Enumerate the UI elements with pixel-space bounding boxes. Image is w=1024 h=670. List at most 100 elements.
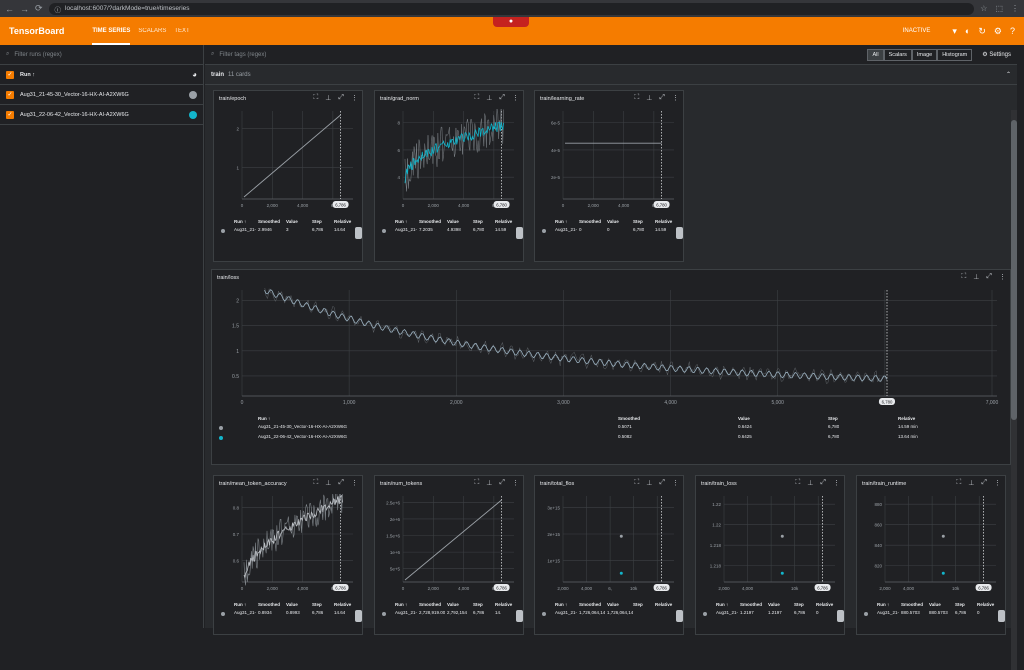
column-header[interactable]: Step — [473, 602, 483, 607]
fit-domain-icon[interactable]: ⛶ — [795, 479, 800, 487]
column-header[interactable]: Run ↑ — [716, 602, 728, 607]
theme-toggle-icon[interactable]: ◐ — [965, 26, 970, 36]
chart-plot[interactable]: 02,0004,0006,216,786 — [214, 109, 364, 215]
record-tab-icon[interactable]: ● — [493, 17, 529, 27]
tab-time-series[interactable]: TIME SERIES — [92, 17, 131, 45]
more-icon[interactable]: ⋮ — [512, 94, 519, 102]
star-icon[interactable]: ☆ — [980, 4, 987, 13]
more-icon[interactable]: ⋮ — [994, 479, 1001, 487]
column-header[interactable]: Step — [794, 602, 804, 607]
tags-filter-placeholder[interactable]: Filter tags (regex) — [219, 52, 266, 58]
column-header[interactable]: Step — [633, 219, 643, 224]
run-checkbox[interactable]: ✓ — [6, 90, 14, 99]
column-header[interactable]: Smoothed — [618, 416, 640, 421]
run-color-swatch[interactable] — [189, 110, 197, 119]
tab-text[interactable]: TEXT — [174, 17, 189, 45]
filter-histogram-button[interactable]: Histogram — [937, 48, 973, 61]
fullscreen-icon[interactable]: ⤢ — [986, 273, 992, 281]
table-scrollbar[interactable] — [516, 227, 523, 239]
column-header[interactable]: Smoothed — [901, 602, 923, 607]
column-header[interactable]: Value — [929, 602, 941, 607]
pin-icon[interactable]: ⊥ — [486, 94, 492, 102]
chart-plot[interactable]: 02,0004,0006,0.80.70.66,786 — [214, 494, 364, 598]
fit-domain-icon[interactable]: ⛶ — [961, 273, 966, 281]
column-header[interactable]: Value — [286, 602, 298, 607]
pin-icon[interactable]: ⊥ — [486, 479, 492, 487]
fit-domain-icon[interactable]: ⛶ — [956, 479, 961, 487]
run-color-swatch[interactable] — [189, 90, 197, 99]
filter-scalars-button[interactable]: Scalars — [883, 48, 912, 61]
filter-image-button[interactable]: Image — [911, 48, 938, 61]
column-header[interactable]: Smoothed — [579, 219, 601, 224]
column-header[interactable]: Value — [447, 219, 459, 224]
column-header[interactable]: Value — [768, 602, 780, 607]
fullscreen-icon[interactable]: ⤢ — [338, 94, 344, 102]
fit-domain-icon[interactable]: ⛶ — [634, 479, 639, 487]
settings-button[interactable]: ⚙ Settings — [982, 51, 1011, 58]
fit-domain-icon[interactable]: ⛶ — [313, 479, 318, 487]
run-row[interactable]: ✓ Aug31_22-06-42_Vector-16-HX-AI-A2XW6G — [0, 105, 203, 125]
column-header[interactable]: Run ↑ — [395, 602, 407, 607]
chart-plot[interactable]: 2,0004,0006,10k12k3e+152e+151e+156,786 — [535, 494, 685, 598]
column-header[interactable]: Value — [286, 219, 298, 224]
palette-icon[interactable]: ◕ — [192, 70, 197, 79]
column-header[interactable]: Relative — [898, 416, 915, 421]
main-scrollbar[interactable] — [1011, 110, 1017, 670]
more-icon[interactable]: ⋮ — [672, 479, 679, 487]
column-header[interactable]: Smoothed — [258, 219, 280, 224]
column-header[interactable]: Value — [738, 416, 750, 421]
column-header[interactable]: Run ↑ — [258, 416, 270, 421]
filter-all-button[interactable]: All — [867, 48, 884, 61]
column-header[interactable]: Run ↑ — [877, 602, 889, 607]
more-icon[interactable]: ⋮ — [672, 94, 679, 102]
column-header[interactable]: Run ↑ — [555, 219, 567, 224]
column-header[interactable]: Smoothed — [419, 219, 441, 224]
forward-icon[interactable]: → — [20, 4, 29, 14]
column-header[interactable]: Step — [312, 219, 322, 224]
table-scrollbar[interactable] — [516, 610, 523, 622]
pin-icon[interactable]: ⊥ — [968, 479, 974, 487]
pin-icon[interactable]: ⊥ — [646, 479, 652, 487]
more-icon[interactable]: ⋮ — [512, 479, 519, 487]
runs-filter[interactable]: ⌕ Filter runs (regex) — [0, 45, 203, 65]
fullscreen-icon[interactable]: ⤢ — [659, 479, 665, 487]
column-header[interactable]: Relative — [495, 219, 512, 224]
column-header[interactable]: Smoothed — [258, 602, 280, 607]
column-header[interactable]: Relative — [816, 602, 833, 607]
column-header[interactable]: Run ↑ — [555, 602, 567, 607]
site-info-icon[interactable]: ⓘ — [55, 4, 62, 14]
chart-plot[interactable]: 02,0004,0006,8646,780 — [375, 109, 525, 215]
pin-icon[interactable]: ⊥ — [646, 94, 652, 102]
pin-icon[interactable]: ⊥ — [325, 94, 331, 102]
chart-plot[interactable]: 02,0004,0006,2.5e+62e+61.5e+61e+65e+56,7… — [375, 494, 525, 598]
reload-icon[interactable]: ⟳ — [35, 3, 43, 14]
menu-icon[interactable]: ⋮ — [1011, 4, 1019, 13]
fit-domain-icon[interactable]: ⛶ — [474, 479, 479, 487]
table-scrollbar[interactable] — [355, 610, 362, 622]
table-scrollbar[interactable] — [676, 227, 683, 239]
chart-plot[interactable]: 02,0004,0006,6e-54e-52e-56,780 — [535, 109, 685, 215]
fit-domain-icon[interactable]: ⛶ — [634, 94, 639, 102]
column-header[interactable]: Run ↑ — [234, 219, 246, 224]
more-icon[interactable]: ⋮ — [999, 273, 1006, 281]
column-header[interactable]: Value — [607, 602, 619, 607]
fit-domain-icon[interactable]: ⛶ — [313, 94, 318, 102]
column-header[interactable]: Run ↑ — [234, 602, 246, 607]
runs-header-label[interactable]: Run ↑ — [20, 72, 35, 78]
fullscreen-icon[interactable]: ⤢ — [659, 94, 665, 102]
refresh-icon[interactable]: ↻ — [978, 26, 986, 37]
table-scrollbar[interactable] — [998, 610, 1005, 622]
column-header[interactable]: Step — [828, 416, 838, 421]
column-header[interactable]: Run ↑ — [395, 219, 407, 224]
extensions-icon[interactable]: ⬚ — [995, 4, 1003, 13]
pin-icon[interactable]: ⊥ — [807, 479, 813, 487]
collapse-icon[interactable]: ⌃ — [1006, 71, 1011, 78]
group-header[interactable]: train 11 cards ⌃ — [205, 65, 1017, 85]
chart-plot[interactable]: 2,0004,00010k12k8808608408206,786 — [857, 494, 1007, 598]
fullscreen-icon[interactable]: ⤢ — [499, 94, 505, 102]
dropdown-arrow-icon[interactable]: ▾ — [952, 26, 957, 37]
plugin-status-dropdown[interactable]: INACTIVE — [903, 28, 931, 34]
fit-domain-icon[interactable]: ⛶ — [474, 94, 479, 102]
tab-scalars[interactable]: SCALARS — [138, 17, 166, 45]
column-header[interactable]: Step — [312, 602, 322, 607]
